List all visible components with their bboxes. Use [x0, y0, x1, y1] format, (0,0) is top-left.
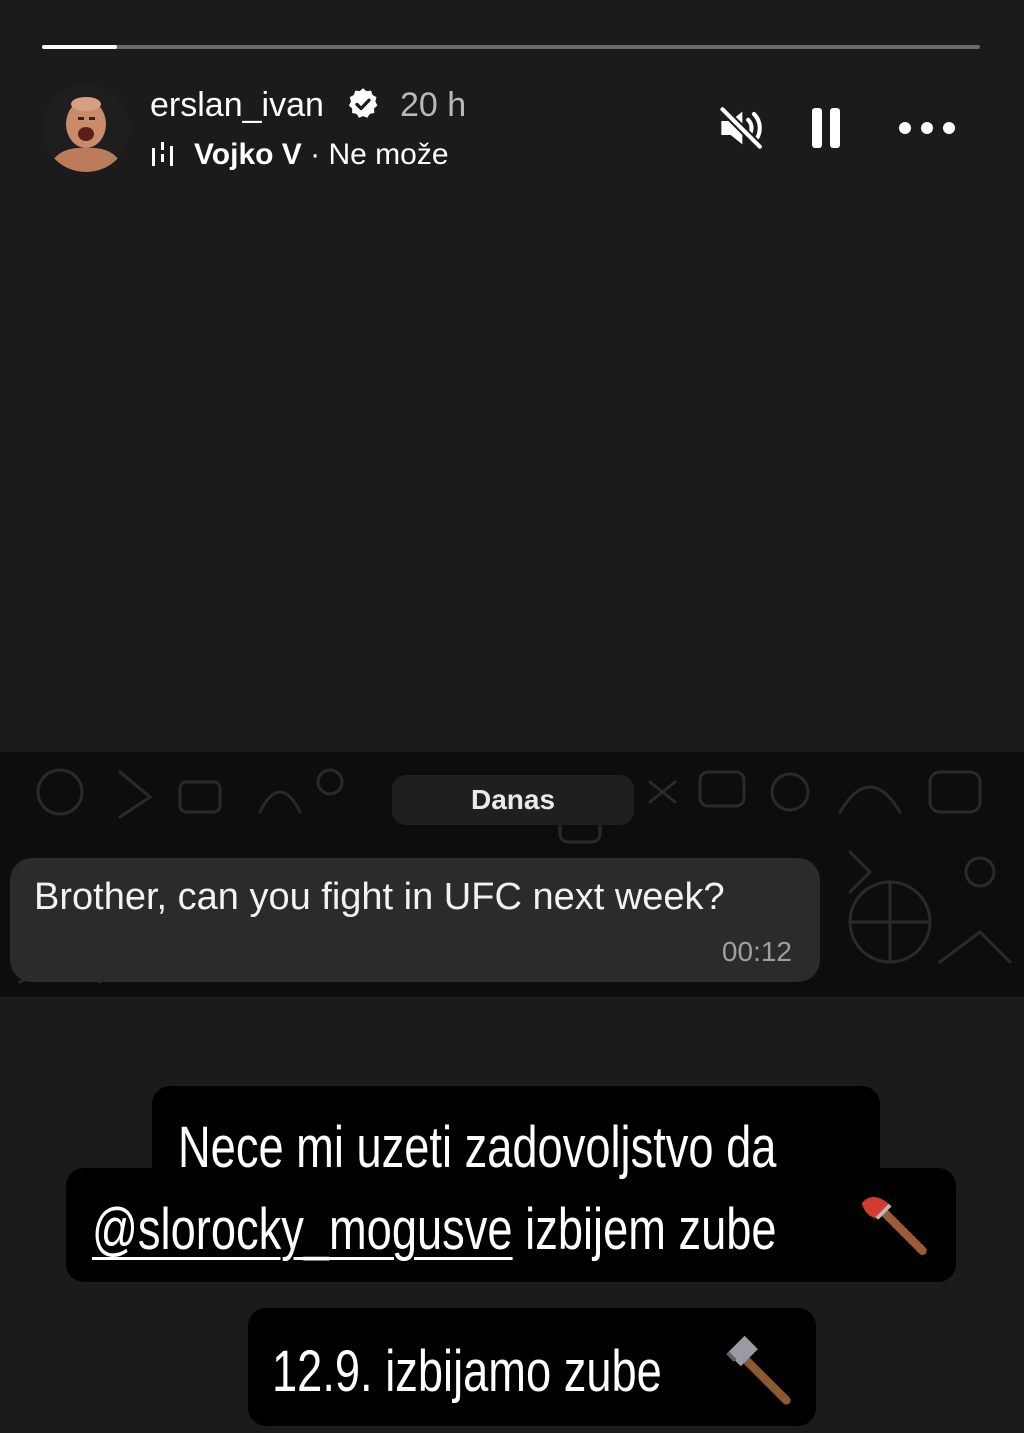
mention-link[interactable]: @slorocky_mogusve: [92, 1197, 513, 1262]
story-progress-bar: [42, 45, 980, 49]
hammer-icon: [726, 1335, 791, 1405]
caption-line-2: @slorocky_mogusve izbijem zube: [92, 1196, 777, 1263]
music-attribution[interactable]: Vojko V · Ne može: [150, 138, 449, 172]
chat-message-time: 00:12: [721, 936, 792, 967]
speaker-muted-icon[interactable]: [712, 100, 768, 156]
story-screen: erslan_ivan 20 h Vojko V · Ne može Danas…: [0, 0, 1024, 1433]
post-time: 20 h: [400, 86, 467, 124]
story-progress-fill: [42, 45, 118, 49]
caption-line-2-text: izbijem zube: [512, 1197, 777, 1262]
music-artist: Vojko V: [194, 138, 302, 171]
more-dots-icon[interactable]: [896, 100, 958, 156]
caption-line-3: 12.9. izbijamo zube: [272, 1339, 662, 1404]
chat-date-separator: Danas: [392, 775, 634, 825]
music-separator: ·: [301, 138, 329, 171]
avatar[interactable]: [42, 84, 130, 172]
music-track: Ne može: [328, 138, 449, 171]
chat-message-bubble: Brother, can you fight in UFC next week?…: [10, 858, 820, 982]
chat-message-text: Brother, can you fight in UFC next week?: [34, 876, 725, 918]
caption-line-1: Nece mi uzeti zadovoljstvo da: [178, 1115, 777, 1180]
verified-badge-icon: [348, 88, 378, 118]
username[interactable]: erslan_ivan: [150, 86, 324, 125]
pause-icon[interactable]: [798, 100, 854, 156]
music-bars-icon: [152, 142, 173, 166]
axe-icon: [861, 1196, 927, 1255]
avatar-image: [42, 84, 130, 172]
